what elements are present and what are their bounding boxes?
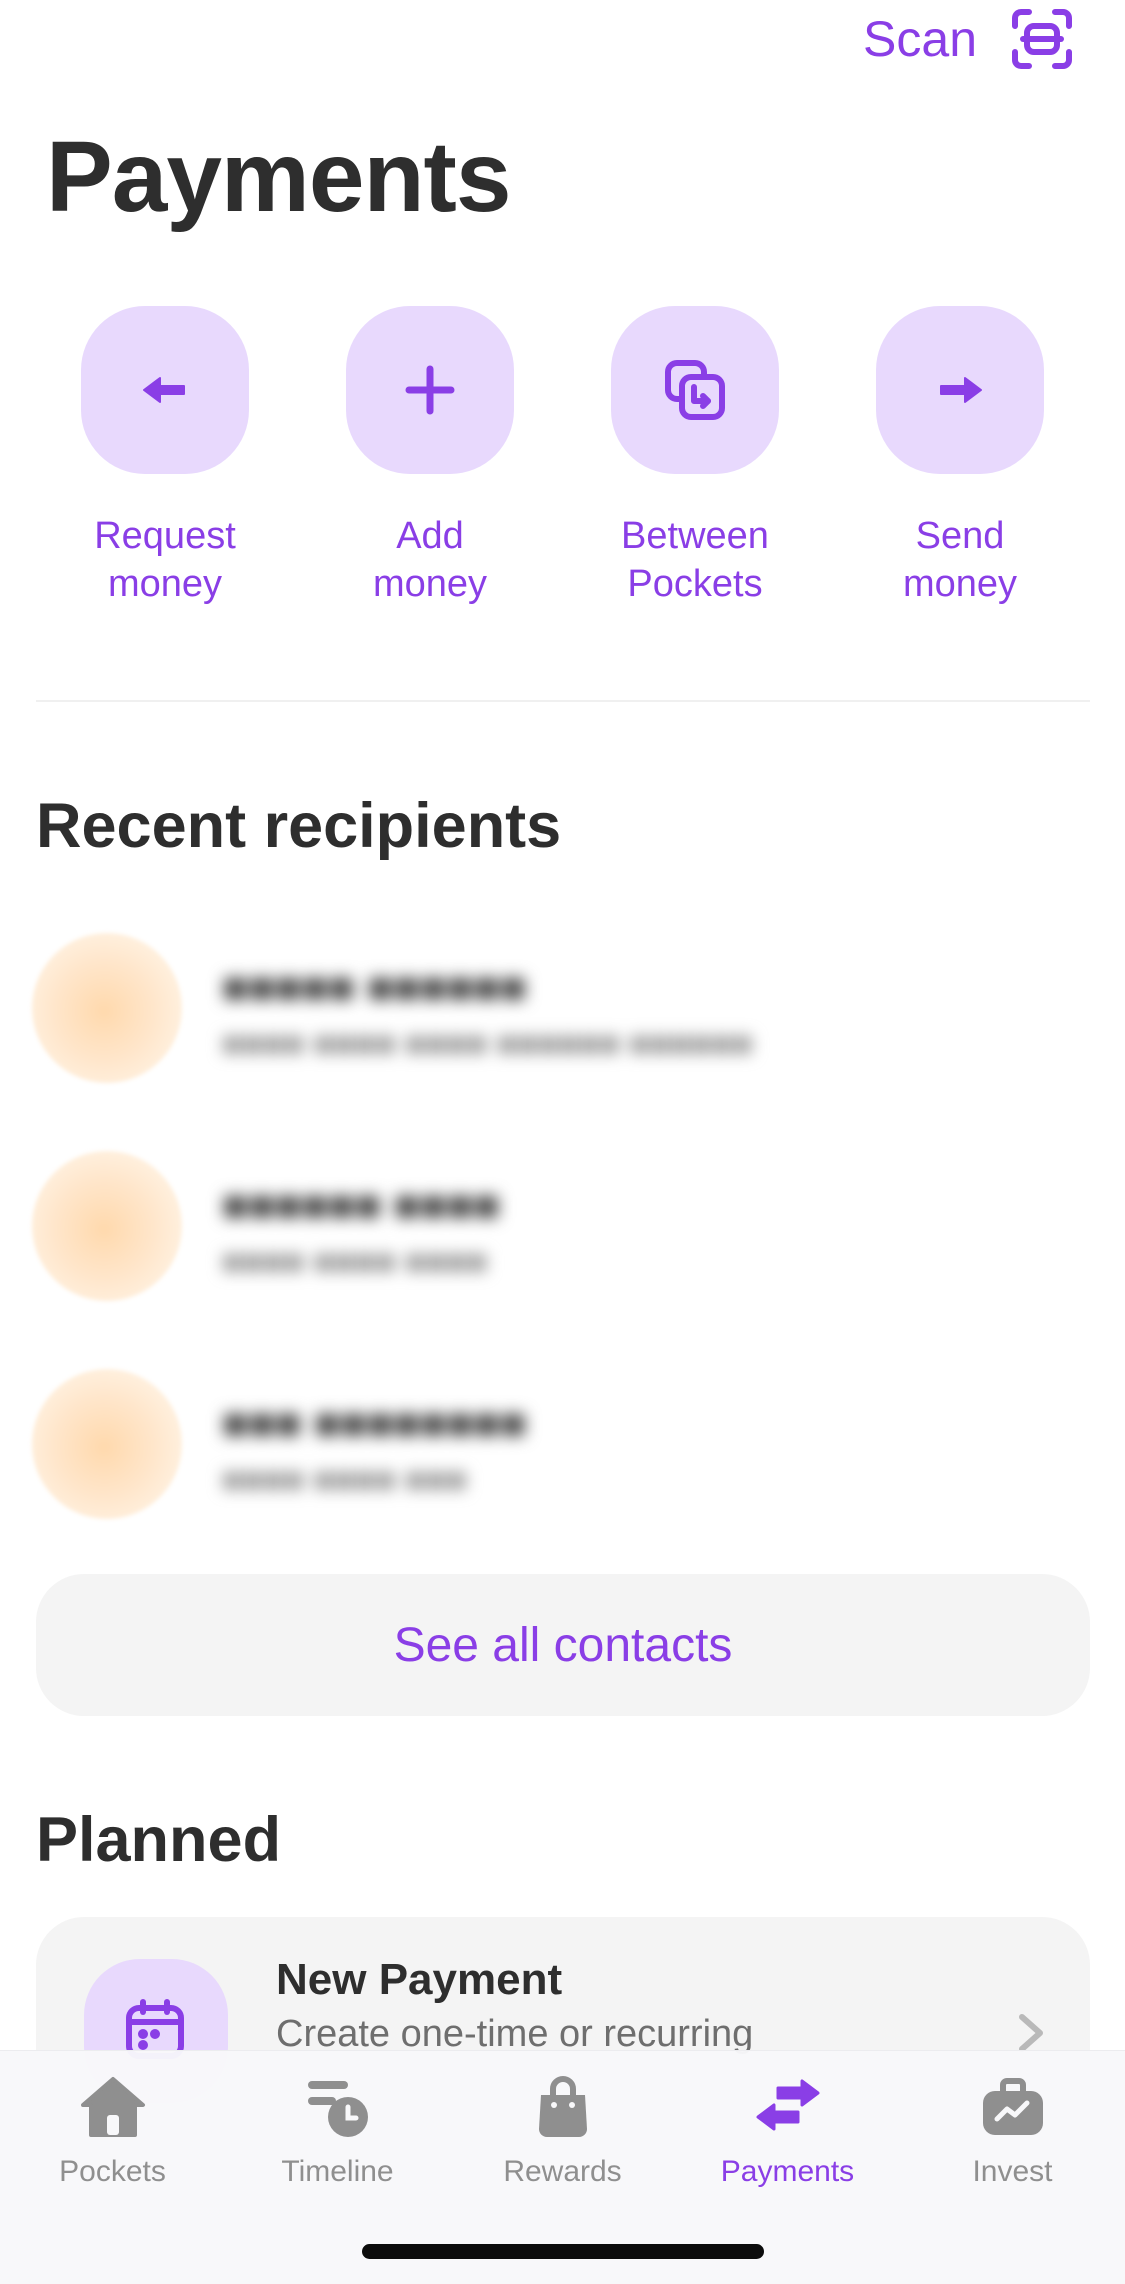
recipient-detail-redacted: ■■■■ ■■■■ ■■■ [222, 1461, 467, 1499]
divider [36, 700, 1090, 702]
send-money-label-line1: Send [915, 515, 1005, 557]
between-pockets-circle [611, 306, 779, 474]
add-money-circle [346, 306, 514, 474]
shopping-bag-icon [538, 2076, 587, 2137]
between-pockets-button[interactable]: Between Pockets [563, 306, 827, 608]
send-money-label-line2: money [902, 563, 1018, 605]
pockets-transfer-icon [665, 360, 725, 420]
recipient-detail-redacted: ■■■■ ■■■■ ■■■■ [222, 1243, 488, 1281]
send-money-button[interactable]: Send money [828, 306, 1092, 608]
tab-timeline-label: Timeline [281, 2155, 394, 2188]
tab-rewards-label: Rewards [503, 2155, 622, 2188]
tab-payments[interactable]: Payments [675, 2071, 900, 2189]
arrow-right-icon [940, 377, 982, 403]
chevron-right-icon [1019, 2014, 1043, 2052]
avatar [32, 1151, 182, 1301]
recipient-name-redacted: ■■■■■ ■■■■■■ [222, 963, 527, 1012]
tab-payments-label: Payments [720, 2155, 855, 2188]
recipient-name-redacted: ■■■ ■■■■■■■■ [222, 1399, 527, 1448]
add-money-label-line1: Add [396, 515, 464, 557]
request-money-label-line2: money [107, 563, 223, 605]
recipient-name-redacted: ■■■■■■ ■■■■ [222, 1181, 500, 1230]
arrow-left-icon [143, 377, 185, 403]
tab-invest[interactable]: Invest [900, 2071, 1125, 2189]
recent-recipients-title: Recent recipients [36, 791, 562, 861]
recipient-row[interactable]: ■■■ ■■■■■■■■ ■■■■ ■■■■ ■■■ [32, 1369, 1092, 1519]
recipient-row[interactable]: ■■■■■ ■■■■■■ ■■■■ ■■■■ ■■■■ ■■■■■■ ■■■■■… [32, 933, 1092, 1083]
new-payment-title: New Payment [276, 1955, 563, 2004]
tab-pockets-label: Pockets [59, 2155, 166, 2188]
quick-actions: Request money Add money Between Pockets [0, 306, 1125, 606]
avatar [32, 933, 182, 1083]
scan-icon [1012, 9, 1072, 69]
between-pockets-label-line2: Pockets [627, 563, 763, 605]
timeline-icon [307, 2081, 368, 2137]
avatar [32, 1369, 182, 1519]
recipient-row[interactable]: ■■■■■■ ■■■■ ■■■■ ■■■■ ■■■■ [32, 1151, 1092, 1301]
briefcase-icon [982, 2078, 1043, 2135]
request-money-label-line1: Request [94, 515, 236, 557]
recipient-detail-redacted: ■■■■ ■■■■ ■■■■ ■■■■■■ ■■■■■■ [222, 1025, 753, 1063]
tab-rewards[interactable]: Rewards [450, 2071, 675, 2189]
tab-pockets[interactable]: Pockets [0, 2071, 225, 2189]
request-money-circle [81, 306, 249, 474]
request-money-button[interactable]: Request money [33, 306, 297, 608]
home-icon [80, 2077, 145, 2137]
tab-invest-label: Invest [972, 2155, 1053, 2188]
between-pockets-label-line1: Between [621, 515, 769, 557]
scan-button[interactable]: Scan [863, 8, 1073, 70]
page-title: Payments [46, 121, 511, 233]
home-indicator[interactable] [362, 2244, 764, 2259]
transfer-arrows-icon [756, 2079, 819, 2131]
see-all-contacts-button[interactable]: See all contacts [36, 1574, 1090, 1716]
planned-title: Planned [36, 1805, 282, 1875]
add-money-button[interactable]: Add money [298, 306, 562, 608]
plus-icon [405, 365, 455, 415]
tab-timeline[interactable]: Timeline [225, 2071, 450, 2189]
send-money-circle [876, 306, 1044, 474]
add-money-label-line2: money [372, 563, 488, 605]
scan-label: Scan [863, 11, 977, 67]
